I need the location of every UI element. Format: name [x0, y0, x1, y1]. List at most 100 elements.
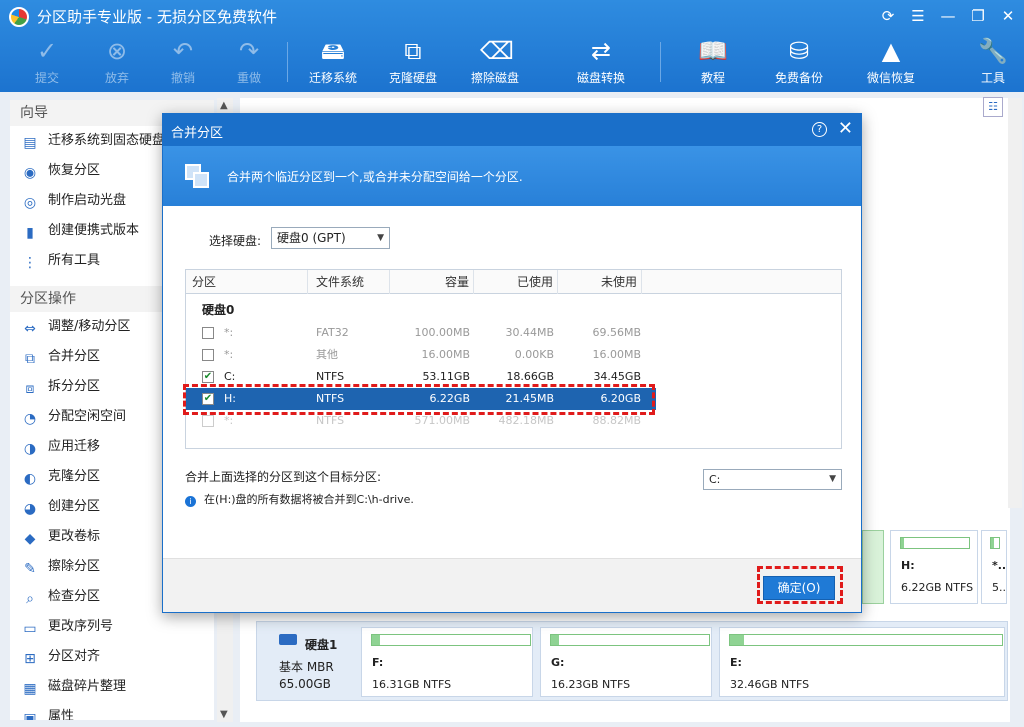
all-tools-icon: ⋮	[22, 255, 38, 271]
toolbar-migrate-os-button[interactable]: 🖴迁移系统	[304, 36, 362, 90]
close-icon[interactable]: ✕	[996, 5, 1020, 27]
disk-icon	[279, 634, 297, 645]
main-scrollbar[interactable]	[1008, 98, 1022, 508]
partition-box-e[interactable]: E: 32.46GB NTFS	[719, 627, 1005, 697]
banner-text: 合并两个临近分区到一个,或合并未分配空间给一个分区.	[227, 168, 523, 185]
create-partition-icon: ◕	[22, 501, 38, 517]
usage-fill	[730, 635, 744, 645]
view-toggle-icon[interactable]: ☷	[983, 97, 1003, 117]
select-disk-dropdown[interactable]: 硬盘0 (GPT) ▼	[271, 227, 390, 249]
partition-box-partial[interactable]: *.. 5..	[981, 530, 1007, 604]
sidebar-item-change-serial[interactable]: ▭更改序列号	[10, 612, 214, 642]
target-partition-dropdown[interactable]: C: ▼	[703, 469, 842, 490]
app-migrate-icon: ◑	[22, 441, 38, 457]
column-capacity[interactable]: 容量	[390, 270, 474, 294]
backup-icon: ⛁	[784, 36, 814, 66]
window-title: 分区助手专业版 - 无损分区免费软件	[37, 6, 277, 27]
disk1-info[interactable]: 硬盘1 基本 MBR 65.00GB	[257, 622, 357, 702]
clone-partition-icon: ◐	[22, 471, 38, 487]
row-checkbox[interactable]	[202, 327, 214, 339]
table-header: 分区 文件系统 容量 已使用 未使用	[186, 270, 841, 294]
column-partition[interactable]: 分区	[186, 270, 308, 294]
defrag-icon: ▦	[22, 681, 38, 697]
toolbar-separator	[287, 42, 288, 82]
recover-icon: ▲	[876, 36, 906, 66]
disk1-row: 硬盘1 基本 MBR 65.00GB F: 16.31GB NTFS G: 16…	[256, 621, 1008, 701]
column-free[interactable]: 未使用	[558, 270, 642, 294]
refresh-icon[interactable]: ⟳	[876, 5, 900, 27]
dialog-titlebar: 合并分区 ? ✕	[163, 114, 861, 146]
recover-partition-icon: ◉	[22, 165, 38, 181]
serial-icon: ▭	[22, 621, 38, 637]
dialog-banner: 合并两个临近分区到一个,或合并未分配空间给一个分区.	[163, 146, 861, 206]
row-checkbox[interactable]: ✔	[202, 371, 214, 383]
partition-box-f[interactable]: F: 16.31GB NTFS	[361, 627, 533, 697]
book-icon: 📖	[698, 36, 728, 66]
bootable-media-icon: ◎	[22, 195, 38, 211]
convert-disk-icon: ⇄	[586, 36, 616, 66]
merge-partition-dialog: 合并分区 ? ✕ 合并两个临近分区到一个,或合并未分配空间给一个分区. 选择硬盘…	[162, 113, 862, 613]
row-checkbox[interactable]	[202, 415, 214, 427]
toolbar-wechat-recover-button[interactable]: ▲微信恢复	[862, 36, 920, 90]
toolbar-commit-button[interactable]: ✓提交	[28, 36, 66, 90]
dialog-title: 合并分区	[171, 122, 223, 141]
chevron-down-icon: ▼	[829, 470, 836, 489]
partition-table: 分区 文件系统 容量 已使用 未使用 硬盘0 *: FAT32 100.00MB…	[185, 269, 842, 449]
check-partition-icon: ⌕	[22, 591, 38, 607]
row-checkbox[interactable]	[202, 349, 214, 361]
usage-fill	[901, 538, 904, 548]
minimize-icon[interactable]: —	[936, 5, 960, 27]
target-partition-label: 合并上面选择的分区到这个目标分区:	[185, 468, 381, 485]
disk-group-label: 硬盘0	[202, 301, 234, 318]
toolbar-wipe-disk-button[interactable]: ⌫擦除磁盘	[466, 36, 524, 90]
info-message: i在(H:)盘的所有数据将被合并到C:\h-drive.	[185, 491, 414, 507]
title-toolbar-area: 分区助手专业版 - 无损分区免费软件 ⟳ ☰ — ❐ ✕ ✓提交 ⊗放弃 ↶撤销…	[0, 0, 1024, 92]
allocate-icon: ◔	[22, 411, 38, 427]
toolbar-separator	[660, 42, 661, 82]
selection-highlight-box	[183, 384, 655, 415]
cancel-icon: ⊗	[102, 36, 132, 66]
merge-icon	[185, 164, 211, 190]
usage-fill	[551, 635, 559, 645]
align-icon: ⊞	[22, 651, 38, 667]
scroll-up-icon[interactable]: ▲	[220, 100, 228, 111]
resize-icon: ⇔	[22, 321, 38, 337]
table-row[interactable]: *: FAT32 100.00MB 30.44MB 69.56MB	[186, 322, 656, 344]
dialog-close-icon[interactable]: ✕	[838, 118, 853, 139]
chevron-down-icon: ▼	[377, 228, 384, 248]
check-icon: ✓	[32, 36, 62, 66]
toolbar-redo-button[interactable]: ↷重做	[230, 36, 268, 90]
app-logo-icon	[9, 7, 29, 27]
select-disk-label: 选择硬盘:	[209, 232, 261, 249]
toolbar-clone-disk-button[interactable]: ⧉克隆硬盘	[384, 36, 442, 90]
help-icon[interactable]: ?	[812, 122, 827, 137]
clone-disk-icon: ⧉	[398, 36, 428, 66]
label-icon: ◆	[22, 531, 38, 547]
toolbar-tools-button[interactable]: 🔧工具	[974, 36, 1012, 90]
table-row[interactable]: *: 其他 16.00MB 0.00KB 16.00MB	[186, 344, 656, 366]
ok-button[interactable]: 确定(O)	[763, 576, 835, 600]
toolbar-backup-button[interactable]: ⛁免费备份	[770, 36, 828, 90]
toolbar-tutorial-button[interactable]: 📖教程	[694, 36, 732, 90]
wipe-partition-icon: ✎	[22, 561, 38, 577]
scroll-down-icon[interactable]: ▼	[220, 709, 228, 720]
usage-fill	[991, 538, 994, 548]
menu-icon[interactable]: ☰	[906, 5, 930, 27]
toolbar-convert-disk-button[interactable]: ⇄磁盘转换	[572, 36, 630, 90]
sidebar-item-properties[interactable]: ▣属性	[10, 702, 214, 720]
toolbar-discard-button[interactable]: ⊗放弃	[98, 36, 136, 90]
toolbar-undo-button[interactable]: ↶撤销	[164, 36, 202, 90]
migrate-os-icon: 🖴	[318, 36, 348, 66]
maximize-icon[interactable]: ❐	[966, 5, 990, 27]
column-filesystem[interactable]: 文件系统	[308, 270, 390, 294]
partition-box-h[interactable]: H: 6.22GB NTFS	[890, 530, 978, 604]
properties-icon: ▣	[22, 711, 38, 720]
tools-icon: 🔧	[978, 36, 1008, 66]
partition-box-c-partial[interactable]	[862, 530, 884, 604]
migrate-icon: ▤	[22, 135, 38, 151]
partition-box-g[interactable]: G: 16.23GB NTFS	[540, 627, 712, 697]
column-used[interactable]: 已使用	[474, 270, 558, 294]
sidebar-item-align[interactable]: ⊞分区对齐	[10, 642, 214, 672]
wipe-disk-icon: ⌫	[480, 36, 510, 66]
sidebar-item-defrag[interactable]: ▦磁盘碎片整理	[10, 672, 214, 702]
